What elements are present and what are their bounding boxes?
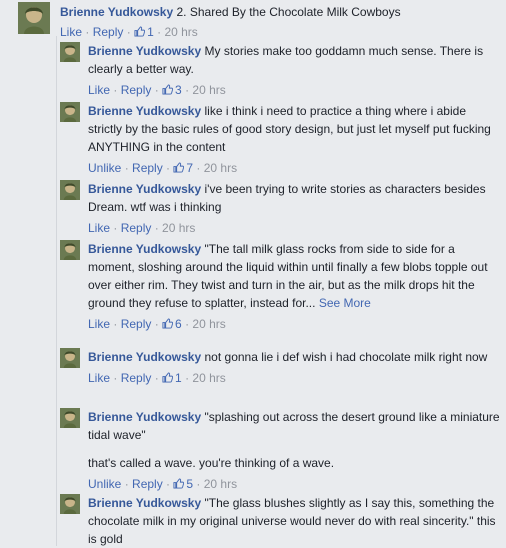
avatar[interactable] [60, 408, 80, 428]
reply-button[interactable]: Reply [93, 25, 124, 39]
avatar[interactable] [60, 494, 80, 514]
timestamp[interactable]: 20 hrs [164, 25, 197, 39]
avatar[interactable] [18, 2, 50, 34]
comment-body: Brienne Yudkowsky not gonna lie i def wi… [88, 348, 500, 386]
avatar[interactable] [60, 102, 80, 122]
comment-body: Brienne Yudkowsky like i think i need to… [88, 102, 500, 176]
author-name[interactable]: Brienne Yudkowsky [88, 104, 201, 118]
reply-thread-line [56, 36, 57, 546]
like-count[interactable]: 5 [173, 477, 193, 491]
timestamp[interactable]: 20 hrs [162, 221, 195, 235]
reply-button[interactable]: Reply [132, 161, 163, 175]
comment-body: Brienne Yudkowsky i've been trying to wr… [88, 180, 500, 236]
like-count[interactable]: 3 [162, 83, 182, 97]
comment-actions: Like · Reply · 1 · 20 hrs [60, 25, 198, 39]
comment-body: Brienne Yudkowsky "The tall milk glass r… [88, 240, 500, 332]
thumbs-up-icon [173, 478, 185, 489]
comment-actions: Like · Reply · 3 · 20 hrs [88, 83, 226, 97]
avatar[interactable] [60, 240, 80, 260]
thumbs-up-icon [134, 26, 146, 37]
like-button[interactable]: Like [88, 317, 110, 331]
like-button[interactable]: Like [88, 221, 110, 235]
author-name[interactable]: Brienne Yudkowsky [88, 44, 201, 58]
thumbs-up-icon [162, 318, 174, 329]
comment-actions: Like · Reply · 20 hrs [88, 221, 196, 235]
comment-thread: Brienne Yudkowsky 2. Shared By the Choco… [0, 0, 506, 546]
like-button[interactable]: Like [60, 25, 82, 39]
like-count[interactable]: 1 [162, 371, 182, 385]
author-name[interactable]: Brienne Yudkowsky [88, 242, 201, 256]
author-name[interactable]: Brienne Yudkowsky [88, 350, 201, 364]
reply-button[interactable]: Reply [121, 83, 152, 97]
comment-actions: Unlike · Reply · 5 · 20 hrs [88, 477, 238, 491]
thumbs-up-icon [162, 84, 174, 95]
author-name[interactable]: Brienne Yudkowsky [88, 496, 201, 510]
comment-actions: Like · Reply · 1 · 20 hrs [88, 371, 226, 385]
author-name[interactable]: Brienne Yudkowsky [60, 5, 173, 19]
unlike-button[interactable]: Unlike [88, 477, 121, 491]
avatar[interactable] [60, 42, 80, 62]
avatar[interactable] [60, 180, 80, 200]
like-count[interactable]: 1 [134, 25, 157, 39]
comment-body: Brienne Yudkowsky My stories make too go… [88, 42, 500, 98]
timestamp[interactable]: 20 hrs [192, 371, 225, 385]
timestamp[interactable]: 20 hrs [204, 161, 237, 175]
comment-body: Brienne Yudkowsky "splashing out across … [88, 408, 500, 492]
reply-button[interactable]: Reply [121, 371, 152, 385]
timestamp[interactable]: 20 hrs [192, 83, 225, 97]
unlike-button[interactable]: Unlike [88, 161, 121, 175]
comment-body: Brienne Yudkowsky "The glass blushes sli… [88, 494, 500, 548]
reply-button[interactable]: Reply [121, 221, 152, 235]
thumbs-up-icon [173, 162, 185, 173]
comment-body: Brienne Yudkowsky 2. Shared By the Choco… [60, 4, 500, 40]
like-count[interactable]: 6 [162, 317, 182, 331]
author-name[interactable]: Brienne Yudkowsky [88, 410, 201, 424]
comment-actions: Like · Reply · 6 · 20 hrs [88, 317, 226, 331]
comment-text-paragraph: that's called a wave. you're thinking of… [88, 456, 335, 470]
timestamp[interactable]: 20 hrs [204, 477, 237, 491]
thumbs-up-icon [162, 372, 174, 383]
reply-button[interactable]: Reply [132, 477, 163, 491]
comment-text: not gonna lie i def wish i had chocolate… [204, 350, 488, 364]
author-name[interactable]: Brienne Yudkowsky [88, 182, 201, 196]
like-button[interactable]: Like [88, 83, 110, 97]
avatar[interactable] [60, 348, 80, 368]
like-count[interactable]: 7 [173, 161, 193, 175]
comment-text: 2. Shared By the Chocolate Milk Cowboys [176, 5, 401, 19]
see-more-link[interactable]: See More [319, 296, 371, 310]
reply-button[interactable]: Reply [121, 317, 152, 331]
timestamp[interactable]: 20 hrs [192, 317, 225, 331]
comment-actions: Unlike · Reply · 7 · 20 hrs [88, 161, 238, 175]
like-button[interactable]: Like [88, 371, 110, 385]
